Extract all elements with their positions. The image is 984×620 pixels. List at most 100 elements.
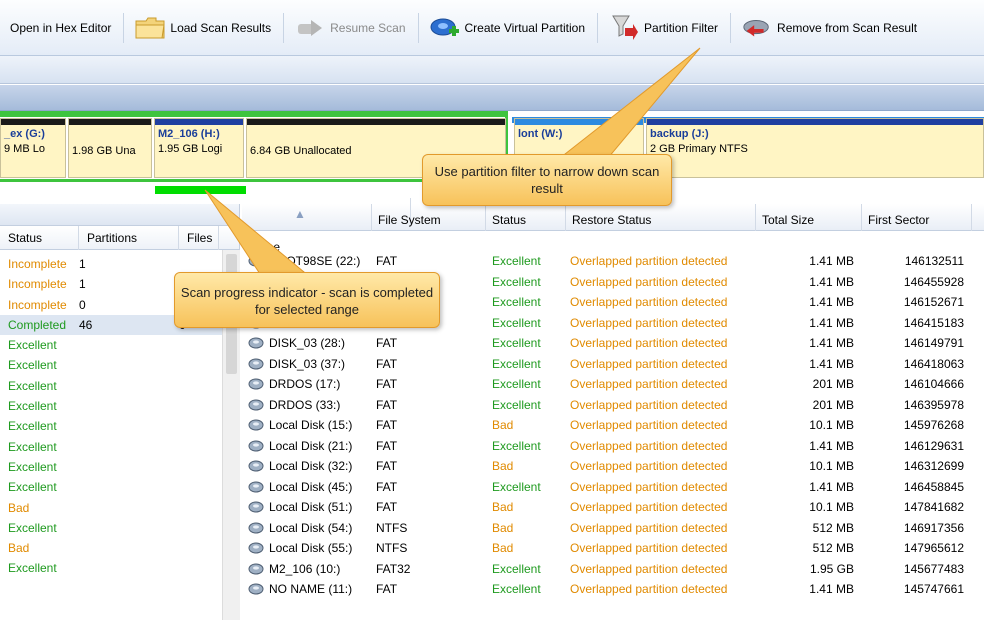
table-row[interactable]: DRDOS (17:) FAT Excellent Overlapped partit… [242, 374, 984, 395]
cell-status: Excellent [492, 336, 541, 350]
scan-range-row[interactable]: Excellent [0, 416, 239, 436]
row-status: Incomplete [8, 257, 67, 271]
table-row[interactable]: Local Disk (55:) NTFS Bad Overlapped partit… [242, 538, 984, 559]
column-header-name[interactable]: ▲ Name [242, 198, 411, 254]
cell-status: Excellent [492, 438, 541, 453]
cell-file-system: FAT [376, 254, 398, 268]
disk-icon [248, 521, 264, 535]
scan-range-row[interactable]: Excellent [0, 355, 239, 375]
scan-range-row[interactable]: Excellent [0, 335, 239, 355]
partition-block[interactable]: M2_106 (H:) 1.95 GB Logi [154, 118, 244, 178]
partition-info: 1.95 GB Logi [158, 143, 223, 155]
table-row[interactable]: Local Disk (21:) FAT Excellent Overlapped p… [242, 436, 984, 457]
scan-range-row[interactable]: Bad [0, 538, 239, 558]
cell-name-text: DISK_03 (28:) [269, 336, 346, 350]
column-header-restore-status[interactable]: Restore Status [566, 204, 756, 231]
cell-file-system: NTFS [376, 520, 408, 535]
cell-total-size: 10.1 MB [809, 500, 854, 514]
row-status: Incomplete [8, 277, 67, 292]
scan-range-row[interactable]: Excellent [0, 477, 239, 497]
disk-header-bar [0, 85, 984, 111]
cell-file-system: FAT [376, 479, 398, 494]
cell-restore-status: Overlapped partition detected [570, 254, 728, 268]
partition-filter-button[interactable]: Partition Filter [602, 8, 724, 48]
table-row[interactable]: Local Disk (51:) FAT Bad Overlapped partiti… [242, 497, 984, 518]
table-row[interactable]: M2_106 (10:) FAT32 Excellent Overlapped par… [242, 559, 984, 580]
row-partitions [79, 477, 179, 497]
create-virtual-partition-button[interactable]: Create Virtual Partition [423, 8, 592, 48]
cell-first-sector: 146418063 [903, 356, 964, 371]
table-row[interactable]: Local Disk (54:) NTFS Bad Overlapped partit… [242, 518, 984, 539]
cell-name-text: Local Disk (51:) [269, 500, 353, 514]
cell-restore-status: Overlapped partition detected [570, 500, 728, 514]
cell-first-sector: 146149791 [903, 336, 964, 350]
resume-scan-button[interactable]: Resume Scan [288, 8, 411, 48]
column-header-first-sector[interactable]: First Sector [862, 204, 972, 231]
cell-restore-status: Overlapped partition detected [570, 541, 728, 555]
cell-file-system: FAT [376, 459, 398, 473]
cell-name: Local Disk (51:) [242, 497, 372, 518]
partition-name: backup (J:) [650, 128, 709, 140]
scan-range-row[interactable]: Bad [0, 498, 239, 518]
cell-status: Excellent [492, 377, 541, 391]
scan-range-row[interactable]: Excellent [0, 396, 239, 416]
close-icon[interactable]: ✕ [220, 206, 231, 222]
cell-name: DISK_03 (37:) [242, 354, 372, 375]
load-scan-results-label: Load Scan Results [170, 20, 272, 35]
cell-name-text: Local Disk (45:) [269, 479, 353, 494]
table-row[interactable]: Local Disk (15:) FAT Bad Overlapped partiti… [242, 415, 984, 436]
cell-file-system: FAT [376, 418, 398, 432]
cell-total-size: 1.41 MB [809, 356, 854, 371]
cell-file-system: FAT [376, 397, 398, 412]
remove-from-scan-result-button[interactable]: Remove from Scan Result [735, 8, 923, 48]
cell-status: Excellent [492, 561, 541, 576]
scan-range-row[interactable]: Excellent [0, 437, 239, 457]
scan-range-row[interactable]: Excellent [0, 558, 239, 578]
row-files [179, 355, 219, 375]
row-status: Excellent [8, 520, 57, 535]
table-row[interactable]: NO NAME (11:) FAT Excellent Overlapped part… [242, 579, 984, 600]
cell-restore-status: Overlapped partition detected [570, 418, 728, 432]
resume-scan-label: Resume Scan [330, 20, 406, 35]
table-row[interactable]: DRDOS (33:) FAT Excellent Overlapped partit… [242, 395, 984, 416]
secondary-toolbar [0, 56, 984, 84]
row-partitions: 1 [79, 257, 86, 271]
toolbar-separator [123, 12, 125, 43]
column-header-status[interactable]: Status [486, 204, 566, 231]
row-files [179, 457, 219, 477]
row-partitions [79, 355, 179, 375]
partition-block[interactable]: 1.98 GB Una [68, 118, 152, 178]
column-header-total-size[interactable]: Total Size [756, 204, 862, 231]
table-row[interactable]: DISK_03 (28:) FAT Excellent Overlapped part… [242, 333, 984, 354]
table-row[interactable]: DISK_03 (37:) FAT Excellent Overlapped part… [242, 354, 984, 375]
scan-range-row[interactable]: Excellent [0, 376, 239, 396]
partition-block[interactable]: backup (J:) 2 GB Primary NTFS [646, 118, 984, 178]
disk-icon [248, 582, 264, 596]
cell-name: Local Disk (55:) [242, 538, 372, 559]
cell-status: Excellent [492, 315, 541, 330]
cell-status: Bad [492, 418, 514, 432]
resume-icon [294, 14, 326, 42]
cell-status: Bad [492, 500, 514, 514]
load-scan-results-button[interactable]: Load Scan Results [128, 8, 277, 48]
column-header-partitions[interactable]: Partitions [79, 225, 179, 250]
cell-file-system: NTFS [376, 541, 408, 555]
cell-total-size: 1.41 MB [809, 582, 854, 596]
cell-name-text: Local Disk (15:) [269, 418, 353, 432]
scan-range-row[interactable]: Excellent [0, 457, 239, 477]
table-row[interactable]: Local Disk (45:) FAT Excellent Overlapped p… [242, 477, 984, 498]
cell-first-sector: 147841682 [903, 500, 964, 514]
column-header-status[interactable]: Status [0, 225, 79, 250]
partition-block[interactable]: _ex (G:) 9 MB Lo [0, 118, 66, 178]
open-hex-editor-button[interactable]: Open in Hex Editor [0, 8, 117, 48]
cell-total-size: 201 MB [812, 377, 854, 391]
cell-status: Excellent [492, 295, 541, 309]
table-row[interactable]: Local Disk (32:) FAT Bad Overlapped partiti… [242, 456, 984, 477]
cell-restore-status: Overlapped partition detected [570, 315, 728, 330]
column-header-files[interactable]: Files [179, 225, 219, 250]
disk-icon [248, 336, 264, 350]
panel-header: Status Partitions Files [0, 225, 239, 250]
scan-range-row[interactable]: Excellent [0, 518, 239, 538]
column-header-file-system[interactable]: File System [372, 204, 486, 231]
cell-restore-status: Overlapped partition detected [570, 274, 728, 289]
